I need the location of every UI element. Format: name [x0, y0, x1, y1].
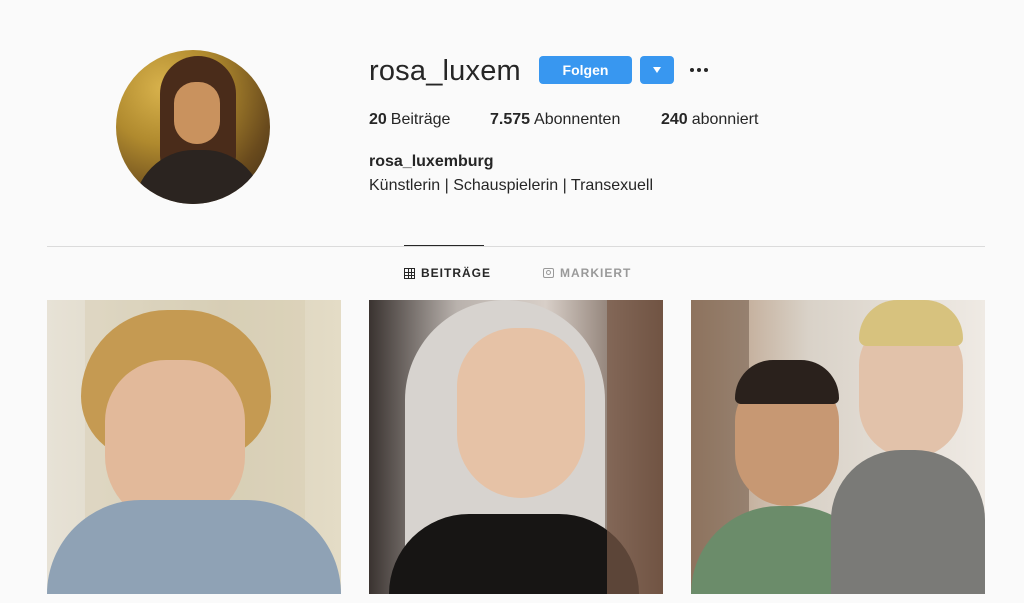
posts-stat: 20 Beiträge — [369, 111, 490, 129]
following-stat[interactable]: 240 abonniert — [661, 111, 758, 129]
tagged-icon — [543, 268, 554, 278]
post-side — [607, 300, 663, 594]
profile-username: rosa_luxem — [369, 55, 521, 87]
profile-bio: Künstlerin | Schauspielerin | Transexuel… — [369, 177, 654, 194]
followers-stat[interactable]: 7.575 Abonnenten — [490, 111, 661, 129]
active-tab-indicator — [404, 245, 484, 246]
tab-tagged[interactable]: MARKIERT — [543, 266, 631, 280]
post-thumbnail[interactable] — [369, 300, 663, 594]
grid-icon — [404, 267, 415, 279]
post-shirt-right — [831, 450, 985, 594]
profile-full-name: rosa_luxemburg — [369, 153, 494, 170]
followers-label: Abonnenten — [534, 111, 621, 128]
more-options-icon-dot — [697, 68, 701, 72]
post-body — [389, 514, 639, 594]
profile-avatar[interactable] — [116, 50, 270, 204]
profile-stats: 20 Beiträge 7.575 Abonnenten 240 abonnie… — [369, 111, 758, 129]
tab-posts-label: BEITRÄGE — [421, 266, 492, 280]
follow-button[interactable]: Folgen — [539, 56, 632, 84]
chevron-down-icon — [653, 67, 661, 73]
post-thumbnail[interactable] — [691, 300, 985, 594]
post-hair-left — [735, 360, 839, 404]
avatar-body — [134, 150, 264, 204]
follow-dropdown-button[interactable] — [640, 56, 674, 84]
posts-count: 20 — [369, 111, 387, 128]
posts-label: Beiträge — [390, 111, 451, 128]
post-thumbnail[interactable] — [47, 300, 341, 594]
more-options-icon-dot — [704, 68, 708, 72]
tabs-divider — [47, 246, 985, 247]
more-options-icon — [690, 68, 694, 72]
tab-posts[interactable]: BEITRÄGE — [404, 266, 491, 280]
following-label: abonniert — [691, 111, 759, 128]
more-options-button[interactable] — [688, 60, 710, 80]
post-hair-right — [859, 300, 963, 346]
tab-tagged-label: MARKIERT — [560, 266, 632, 280]
followers-count: 7.575 — [490, 111, 531, 128]
post-face — [457, 328, 585, 498]
post-body — [47, 500, 341, 594]
following-count: 240 — [661, 111, 688, 128]
avatar-face — [174, 82, 220, 144]
